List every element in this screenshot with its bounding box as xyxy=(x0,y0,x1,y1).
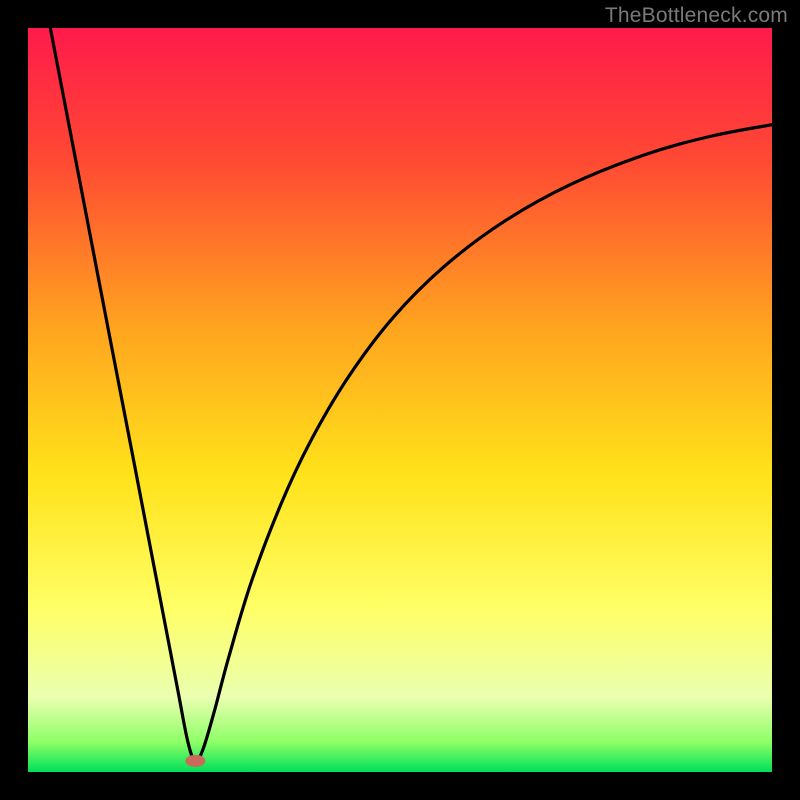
minimum-marker xyxy=(185,755,205,767)
chart-svg xyxy=(28,28,772,772)
chart-background xyxy=(28,28,772,772)
chart-frame xyxy=(28,28,772,772)
watermark-text: TheBottleneck.com xyxy=(605,4,788,28)
